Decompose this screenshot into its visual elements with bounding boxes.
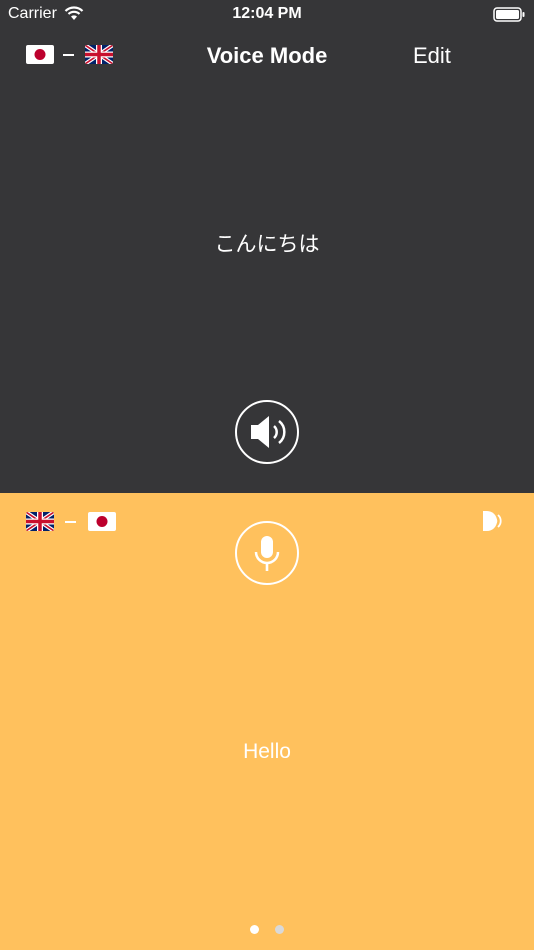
page-dot[interactable] [275, 925, 285, 934]
language-pair-separator [65, 521, 76, 523]
source-phrase-text: こんにちは [214, 233, 320, 256]
uk-flag-icon [26, 512, 54, 531]
japan-flag-icon [88, 512, 116, 531]
page-title: Voice Mode [206, 43, 328, 68]
translated-phrase-text: Hello [243, 740, 291, 763]
page-dot-active[interactable] [249, 925, 259, 934]
speak-toggle-icon[interactable] [481, 509, 505, 538]
battery-icon [493, 7, 526, 28]
microphone-button[interactable] [235, 521, 299, 585]
bottom-translation-pane: Hello [0, 493, 534, 950]
status-bar: Carrier 12:04 PM [0, 0, 534, 28]
clock: 12:04 PM [232, 5, 302, 22]
speaker-button[interactable] [235, 400, 299, 464]
edit-button[interactable]: Edit [413, 43, 451, 69]
top-translation-pane: Carrier 12:04 PM Voice Mode Edit こんにちは [0, 0, 534, 493]
page-indicator[interactable] [0, 921, 534, 939]
